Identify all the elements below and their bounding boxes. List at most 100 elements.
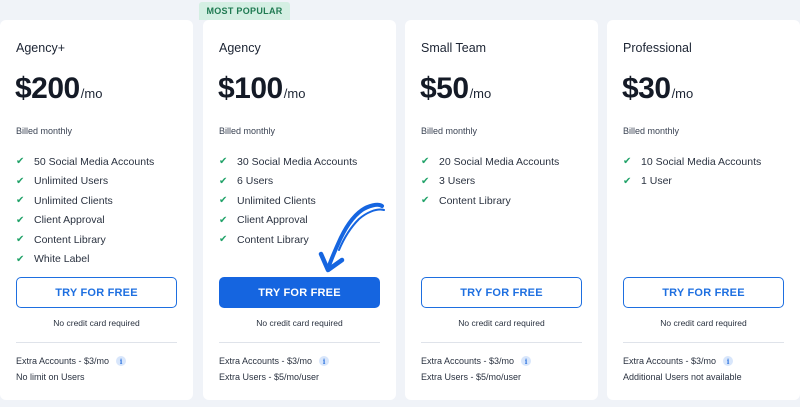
check-icon: ✔ (219, 156, 228, 168)
feature-label: Unlimited Clients (34, 194, 113, 207)
feature-item: ✔ 50 Social Media Accounts (16, 152, 154, 172)
feature-list: ✔ 10 Social Media Accounts ✔ 1 User (623, 152, 761, 191)
extra-accounts: Extra Accounts - $3/mo i (219, 356, 330, 366)
extra-users: Extra Users - $5/mo/user (421, 372, 522, 382)
plan-card-agency-plus: Agency+ $200 /mo Billed monthly ✔ 50 Soci… (0, 20, 193, 400)
try-for-free-button[interactable]: TRY FOR FREE (16, 277, 177, 308)
info-icon[interactable]: i (116, 356, 127, 366)
price-amount: $200 (15, 72, 80, 105)
feature-item: ✔ Content Library (421, 191, 559, 211)
extra-users: Extra Users - $5/mo/user (219, 372, 320, 382)
feature-label: 10 Social Media Accounts (641, 155, 762, 168)
feature-label: Content Library (439, 194, 511, 207)
plan-name: Agency (219, 41, 261, 55)
price-period: /mo (80, 86, 103, 101)
check-icon: ✔ (219, 234, 228, 246)
feature-item: ✔ 3 Users (421, 172, 559, 192)
billing-cycle: Billed monthly (421, 126, 478, 136)
feature-label: Client Approval (34, 214, 105, 227)
plan-price: $100 /mo (218, 72, 305, 106)
arrow-annotation-icon (318, 202, 385, 273)
check-icon: ✔ (219, 214, 228, 226)
feature-item: ✔ 30 Social Media Accounts (219, 152, 357, 172)
plan-price: $50 /mo (420, 72, 491, 106)
feature-item: ✔ Unlimited Clients (16, 191, 154, 211)
feature-label: 6 Users (237, 175, 274, 188)
price-amount: $50 (420, 72, 469, 105)
price-amount: $100 (218, 72, 283, 105)
price-period: /mo (469, 86, 492, 101)
check-icon: ✔ (421, 195, 430, 207)
plan-name: Agency+ (16, 41, 65, 55)
divider (219, 342, 380, 343)
extra-accounts: Extra Accounts - $3/mo i (16, 356, 127, 366)
pricing-section: MOST POPULAR Agency+ $200 /mo Billed mon… (0, 0, 800, 407)
feature-item: ✔ 1 User (623, 172, 761, 192)
check-icon: ✔ (16, 175, 25, 187)
check-icon: ✔ (16, 214, 25, 226)
extra-accounts: Extra Accounts - $3/mo i (421, 356, 532, 366)
price-period: /mo (283, 86, 306, 101)
check-icon: ✔ (219, 195, 228, 207)
no-credit-card-note: No credit card required (53, 318, 140, 328)
extra-accounts-label: Extra Accounts - $3/mo (421, 356, 515, 366)
plan-card-small-team: Small Team $50 /mo Billed monthly ✔ 20 So… (405, 20, 598, 400)
plan-name: Professional (623, 41, 692, 55)
feature-label: 1 User (641, 175, 672, 188)
check-icon: ✔ (623, 175, 632, 187)
plan-price: $200 /mo (15, 72, 102, 106)
most-popular-badge: MOST POPULAR (199, 2, 290, 20)
feature-item: ✔ 10 Social Media Accounts (623, 152, 761, 172)
extra-accounts-label: Extra Accounts - $3/mo (623, 356, 717, 366)
extra-accounts-label: Extra Accounts - $3/mo (16, 356, 110, 366)
no-credit-card-note: No credit card required (458, 318, 545, 328)
feature-list: ✔ 20 Social Media Accounts ✔ 3 Users ✔ Cont… (421, 152, 559, 211)
check-icon: ✔ (421, 156, 430, 168)
plan-name: Small Team (421, 41, 487, 55)
divider (16, 342, 177, 343)
feature-item: ✔ White Label (16, 250, 154, 270)
feature-label: Content Library (237, 233, 309, 246)
check-icon: ✔ (16, 156, 25, 168)
feature-label: White Label (34, 253, 90, 266)
plan-price: $30 /mo (622, 72, 693, 106)
feature-item: ✔ Unlimited Users (16, 172, 154, 192)
check-icon: ✔ (16, 195, 25, 207)
extra-users: Additional Users not available (623, 372, 742, 382)
billing-cycle: Billed monthly (623, 126, 680, 136)
extra-accounts-label: Extra Accounts - $3/mo (219, 356, 313, 366)
no-credit-card-note: No credit card required (256, 318, 343, 328)
check-icon: ✔ (623, 156, 632, 168)
feature-item: ✔ 6 Users (219, 172, 357, 192)
billing-cycle: Billed monthly (219, 126, 276, 136)
try-for-free-button[interactable]: TRY FOR FREE (421, 277, 582, 308)
feature-label: 20 Social Media Accounts (439, 155, 560, 168)
price-period: /mo (671, 86, 694, 101)
feature-label: Client Approval (237, 214, 308, 227)
try-for-free-button[interactable]: TRY FOR FREE (623, 277, 784, 308)
feature-label: 50 Social Media Accounts (34, 155, 155, 168)
feature-item: ✔ Content Library (16, 230, 154, 250)
info-icon[interactable]: i (723, 356, 734, 366)
check-icon: ✔ (16, 234, 25, 246)
check-icon: ✔ (219, 175, 228, 187)
try-for-free-button-primary[interactable]: TRY FOR FREE (219, 277, 380, 308)
info-icon[interactable]: i (319, 356, 330, 366)
info-icon[interactable]: i (521, 356, 532, 366)
price-amount: $30 (622, 72, 671, 105)
feature-label: 30 Social Media Accounts (237, 155, 358, 168)
extra-users: No limit on Users (16, 372, 85, 382)
check-icon: ✔ (421, 175, 430, 187)
feature-label: 3 Users (439, 175, 476, 188)
feature-label: Content Library (34, 233, 106, 246)
billing-cycle: Billed monthly (16, 126, 73, 136)
feature-label: Unlimited Users (34, 175, 109, 188)
divider (421, 342, 582, 343)
plan-card-professional: Professional $30 /mo Billed monthly ✔ 10 … (607, 20, 800, 400)
feature-item: ✔ Client Approval (16, 211, 154, 231)
no-credit-card-note: No credit card required (660, 318, 747, 328)
feature-list: ✔ 50 Social Media Accounts ✔ Unlimited Use… (16, 152, 154, 269)
feature-item: ✔ 20 Social Media Accounts (421, 152, 559, 172)
extra-accounts: Extra Accounts - $3/mo i (623, 356, 734, 366)
check-icon: ✔ (16, 253, 25, 265)
